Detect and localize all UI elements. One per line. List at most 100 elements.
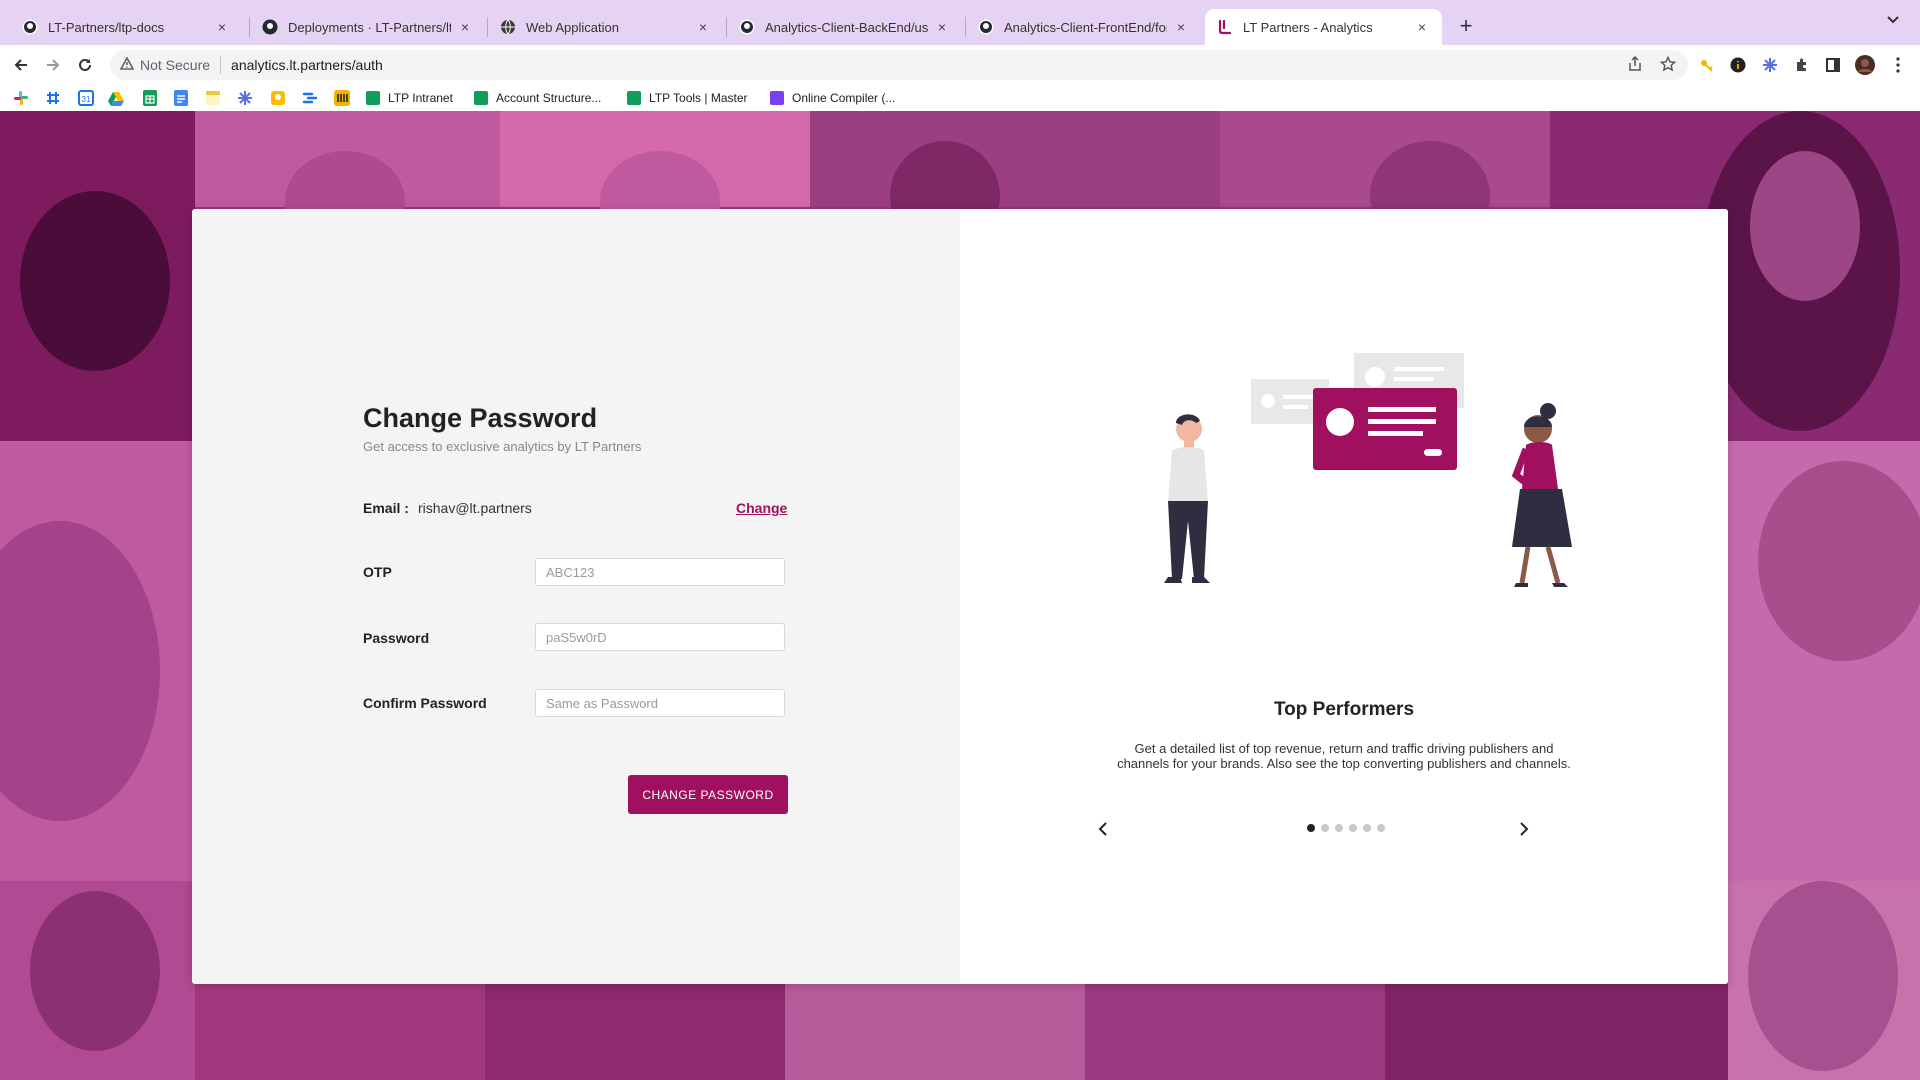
side-panel-icon[interactable] (1823, 55, 1843, 75)
carousel-prev-button[interactable] (1091, 817, 1115, 841)
carousel-next-button[interactable] (1512, 817, 1536, 841)
bookmark-star-icon[interactable] (1659, 55, 1677, 75)
close-icon[interactable]: × (457, 19, 473, 35)
share-icon[interactable] (1628, 55, 1642, 75)
github-icon (739, 19, 755, 35)
close-icon[interactable]: × (695, 19, 711, 35)
flow-icon[interactable] (302, 90, 318, 106)
new-tab-button[interactable]: + (1452, 13, 1480, 39)
password-label: Password (363, 630, 430, 646)
carousel-dot[interactable] (1363, 824, 1371, 832)
change-email-link[interactable]: Change (736, 500, 787, 516)
url-text[interactable]: analytics.lt.partners/auth (231, 57, 383, 73)
puzzle-extensions-icon[interactable] (1792, 55, 1812, 75)
background-photo-tile (485, 984, 785, 1080)
globe-icon (500, 19, 516, 35)
close-icon[interactable]: × (1173, 19, 1189, 35)
close-icon[interactable]: × (934, 19, 950, 35)
reload-icon[interactable] (71, 51, 99, 79)
email-label: Email : (363, 500, 409, 516)
background-photo-tile (0, 881, 195, 1080)
carousel-pagination (1307, 824, 1385, 832)
forward-arrow-icon[interactable] (39, 51, 67, 79)
carousel-dot[interactable] (1377, 824, 1385, 832)
background-photo-tile (500, 111, 810, 251)
bookmark-account-structure[interactable]: Account Structure... (474, 89, 601, 107)
tab-search-chevron-icon[interactable] (1886, 12, 1900, 29)
confirm-password-input[interactable] (535, 689, 785, 717)
browser-tab[interactable]: Deployments · LT-Partners/ltp-docs × (250, 9, 485, 45)
background-photo-tile (1085, 984, 1385, 1080)
password-input[interactable] (535, 623, 785, 651)
otp-input[interactable] (535, 558, 785, 586)
carousel-dot[interactable] (1335, 824, 1343, 832)
browser-tab-strip: LT-Partners/ltp-docs × Deployments · LT-… (0, 0, 1920, 45)
browser-tab-title: Deployments · LT-Partners/ltp-docs (288, 19, 451, 35)
carousel-dot[interactable] (1321, 824, 1329, 832)
bookmark-online-compiler[interactable]: Online Compiler (... (770, 89, 895, 107)
background-photo-tile (785, 984, 1085, 1080)
warning-triangle-icon[interactable] (119, 56, 135, 73)
auth-page-background: Change Password Get access to exclusive … (0, 111, 1920, 1080)
confirm-password-label: Confirm Password (363, 695, 487, 711)
background-photo-tile (1728, 881, 1920, 1080)
keep-icon[interactable] (270, 90, 286, 106)
change-password-panel: Change Password Get access to exclusive … (192, 209, 960, 984)
browser-tab[interactable]: Analytics-Client-FrontEnd/forgot × (966, 9, 1201, 45)
background-photo-tile (0, 111, 195, 441)
close-icon[interactable]: × (1414, 19, 1430, 35)
google-drive-icon[interactable] (108, 90, 124, 106)
back-arrow-icon[interactable] (7, 51, 35, 79)
github-icon (22, 19, 38, 35)
notes-icon[interactable] (205, 90, 221, 106)
asterisk-extension-icon[interactable] (1760, 55, 1780, 75)
address-bar[interactable]: Not Secure analytics.lt.partners/auth (110, 50, 1688, 80)
browser-tab-title: Analytics-Client-BackEnd/user (765, 19, 928, 35)
team-presentation-illustration (1164, 353, 1572, 587)
change-password-button[interactable]: CHANGE PASSWORD (628, 775, 788, 814)
calendar-icon[interactable]: 31 (78, 90, 94, 106)
browser-tab[interactable]: Web Application × (488, 9, 723, 45)
compiler-icon (770, 91, 784, 105)
background-photo-tile (1220, 111, 1550, 251)
sheets-icon[interactable] (142, 90, 158, 106)
security-status[interactable]: Not Secure (140, 57, 210, 73)
hashtag-app-icon[interactable] (45, 90, 61, 106)
browser-tab-title: Analytics-Client-FrontEnd/forgot (1004, 19, 1167, 35)
bookmarks-bar: 31 LTP Intranet Account Structure... LTP… (0, 85, 1920, 112)
browser-tab[interactable]: LT-Partners/ltp-docs × (10, 9, 242, 45)
close-icon[interactable]: × (214, 19, 230, 35)
email-value: rishav@lt.partners (418, 500, 532, 516)
github-icon (262, 19, 278, 35)
bookmark-ltp-intranet[interactable]: LTP Intranet (366, 89, 453, 107)
github-icon (978, 19, 994, 35)
browser-toolbar: Not Secure analytics.lt.partners/auth (0, 45, 1920, 85)
divider (220, 56, 222, 74)
carousel-dot[interactable] (1307, 824, 1315, 832)
browser-tab[interactable]: Analytics-Client-BackEnd/user × (727, 9, 962, 45)
more-menu-icon[interactable] (1888, 55, 1908, 75)
bookmark-label: Account Structure... (496, 91, 602, 105)
docs-icon[interactable] (173, 90, 189, 106)
background-photo-tile (1385, 984, 1728, 1080)
background-photo-tile (1728, 441, 1920, 881)
carousel-dot[interactable] (1349, 824, 1357, 832)
bookmark-ltp-tools[interactable]: LTP Tools | Master (627, 89, 748, 107)
info-extension-icon[interactable] (1728, 55, 1748, 75)
page-title: Change Password (363, 403, 598, 433)
background-photo-tile (810, 111, 1220, 251)
sheets-icon (366, 91, 380, 105)
carousel-slide-description: Get a detailed list of top revenue, retu… (1117, 741, 1571, 771)
browser-tab-active[interactable]: LT Partners - Analytics × (1205, 9, 1442, 45)
bookmark-label: Online Compiler (... (792, 91, 896, 105)
browser-tab-title: LT Partners - Analytics (1243, 19, 1373, 35)
asterisk-bookmark-icon[interactable] (237, 90, 253, 106)
key-extension-icon[interactable] (1697, 55, 1717, 75)
browser-tab-title: Web Application (526, 19, 619, 35)
toggl-icon[interactable] (334, 90, 350, 106)
otp-label: OTP (363, 564, 392, 580)
auth-card: Change Password Get access to exclusive … (192, 209, 1728, 984)
profile-avatar[interactable] (1855, 55, 1875, 75)
bookmark-label: LTP Intranet (388, 91, 453, 105)
slack-icon[interactable] (13, 90, 29, 106)
